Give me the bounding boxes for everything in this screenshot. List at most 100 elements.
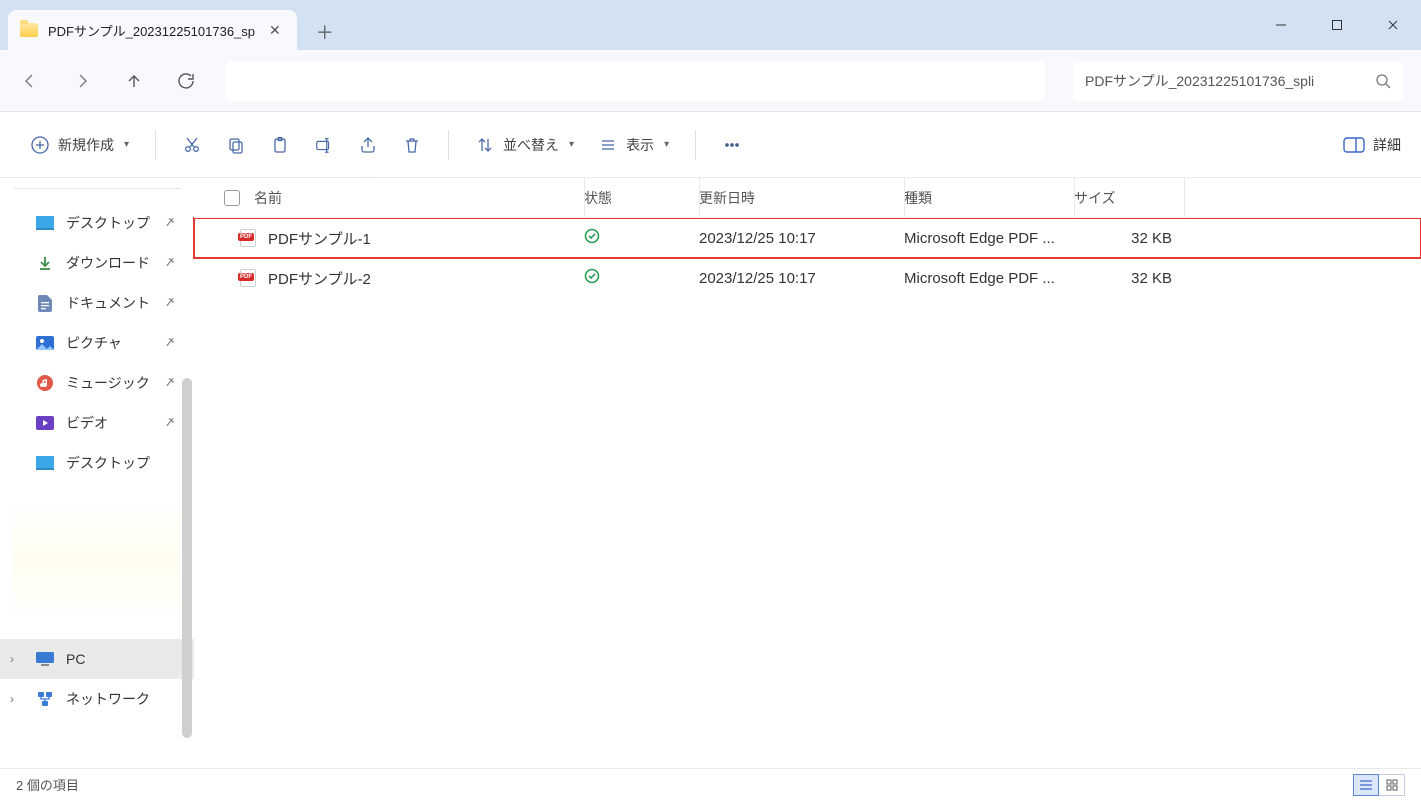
column-name[interactable]: 名前 (254, 188, 282, 208)
toolbar: 新規作成 ▾ 並べ替え ▾ 表示 ▾ (0, 112, 1421, 178)
document-icon (36, 294, 54, 312)
sidebar-divider (14, 188, 180, 189)
share-button[interactable] (348, 129, 388, 161)
file-size: 32 KB (1074, 270, 1184, 287)
address-path[interactable] (226, 61, 1045, 101)
sort-icon (475, 135, 495, 155)
maximize-button[interactable] (1309, 0, 1365, 50)
sidebar-item-downloads[interactable]: ダウンロード (0, 243, 194, 283)
sidebar-label: ミュージック (66, 373, 150, 393)
file-name: PDFサンプル-1 (268, 228, 371, 249)
view-icon (598, 135, 618, 155)
details-view-button[interactable] (1353, 774, 1379, 796)
close-tab-icon[interactable]: ✕ (265, 18, 285, 43)
desktop-icon (36, 214, 54, 232)
back-button[interactable] (18, 69, 42, 93)
trash-icon (402, 135, 422, 155)
network-icon (36, 690, 54, 708)
file-type: Microsoft Edge PDF ... (904, 230, 1074, 247)
chevron-down-icon: ▾ (124, 139, 129, 150)
file-modified: 2023/12/25 10:17 (699, 270, 904, 287)
item-count: 2 個の項目 (16, 775, 79, 794)
search-input[interactable]: PDFサンプル_20231225101736_spli (1073, 61, 1403, 101)
sidebar-label: ビデオ (66, 413, 108, 433)
cut-button[interactable] (172, 129, 212, 161)
status-bar: 2 個の項目 (0, 768, 1421, 800)
rename-button[interactable] (304, 129, 344, 161)
window-controls (1253, 0, 1421, 50)
copy-icon (226, 135, 246, 155)
sort-label: 並べ替え (503, 135, 559, 155)
sidebar-item-desktop2[interactable]: デスクトップ (0, 443, 194, 483)
minimize-button[interactable] (1253, 0, 1309, 50)
delete-button[interactable] (392, 129, 432, 161)
file-list: 名前 ⌃ 状態 更新日時 種類 サイズ PDFサンプル-1 2023/12/25… (194, 178, 1421, 768)
desktop-icon (36, 454, 54, 472)
sidebar-item-desktop[interactable]: デスクトップ (0, 203, 194, 243)
sidebar: デスクトップ ダウンロード ドキュメント ピクチャ ミュージック ビデオ (0, 178, 194, 768)
sync-status-icon (584, 228, 699, 248)
sort-button[interactable]: 並べ替え ▾ (465, 129, 584, 161)
details-pane-button[interactable]: 詳細 (1343, 135, 1401, 155)
address-bar: PDFサンプル_20231225101736_spli (0, 50, 1421, 112)
titlebar: PDFサンプル_20231225101736_sp ✕ ＋ (0, 0, 1421, 50)
chevron-down-icon: ▾ (569, 139, 574, 150)
view-button[interactable]: 表示 ▾ (588, 129, 679, 161)
close-window-button[interactable] (1365, 0, 1421, 50)
new-button[interactable]: 新規作成 ▾ (20, 129, 139, 161)
pin-icon (164, 415, 176, 431)
chevron-right-icon[interactable]: › (10, 692, 14, 706)
sort-indicator-icon: ⌃ (364, 178, 372, 186)
download-icon (36, 254, 54, 272)
file-row[interactable]: PDFサンプル-2 2023/12/25 10:17 Microsoft Edg… (194, 258, 1421, 298)
more-button[interactable] (712, 129, 752, 161)
sidebar-item-network[interactable]: › ネットワーク (0, 679, 194, 719)
paste-button[interactable] (260, 129, 300, 161)
column-size[interactable]: サイズ (1074, 188, 1184, 208)
sidebar-item-pc[interactable]: › PC (0, 639, 194, 679)
pictures-icon (36, 334, 54, 352)
video-icon (36, 414, 54, 432)
share-icon (358, 135, 378, 155)
forward-button[interactable] (70, 69, 94, 93)
chevron-down-icon: ▾ (664, 139, 669, 150)
sidebar-item-documents[interactable]: ドキュメント (0, 283, 194, 323)
paste-icon (270, 135, 290, 155)
separator (695, 130, 696, 160)
file-row[interactable]: PDFサンプル-1 2023/12/25 10:17 Microsoft Edg… (194, 218, 1421, 258)
sidebar-label: ネットワーク (66, 689, 150, 709)
music-icon (36, 374, 54, 392)
tab[interactable]: PDFサンプル_20231225101736_sp ✕ (8, 10, 297, 50)
sidebar-label: PC (66, 651, 85, 667)
search-icon (1375, 73, 1391, 89)
chevron-right-icon[interactable]: › (10, 652, 14, 666)
pin-icon (164, 375, 176, 391)
sidebar-item-videos[interactable]: ビデオ (0, 403, 194, 443)
pc-icon (36, 650, 54, 668)
sidebar-label: ダウンロード (66, 253, 150, 273)
refresh-button[interactable] (174, 69, 198, 93)
sync-status-icon (584, 268, 699, 288)
copy-button[interactable] (216, 129, 256, 161)
pdf-icon (240, 269, 256, 287)
column-status[interactable]: 状態 (584, 188, 699, 208)
icons-view-button[interactable] (1379, 774, 1405, 796)
sidebar-label: ピクチャ (66, 333, 122, 353)
sidebar-item-pictures[interactable]: ピクチャ (0, 323, 194, 363)
separator (448, 130, 449, 160)
select-all-checkbox[interactable] (224, 190, 240, 206)
column-type[interactable]: 種類 (904, 188, 1074, 208)
pin-icon (164, 335, 176, 351)
new-label: 新規作成 (58, 135, 114, 155)
sidebar-scrollbar[interactable] (182, 378, 192, 738)
folder-icon (20, 23, 38, 37)
file-name: PDFサンプル-2 (268, 268, 371, 289)
new-tab-button[interactable]: ＋ (307, 14, 343, 50)
up-button[interactable] (122, 69, 146, 93)
sidebar-label: デスクトップ (66, 213, 150, 233)
details-label: 詳細 (1373, 135, 1401, 155)
column-modified[interactable]: 更新日時 (699, 188, 904, 208)
sidebar-item-music[interactable]: ミュージック (0, 363, 194, 403)
sidebar-label: ドキュメント (66, 293, 150, 313)
column-headers[interactable]: 名前 ⌃ 状態 更新日時 種類 サイズ (194, 178, 1421, 218)
